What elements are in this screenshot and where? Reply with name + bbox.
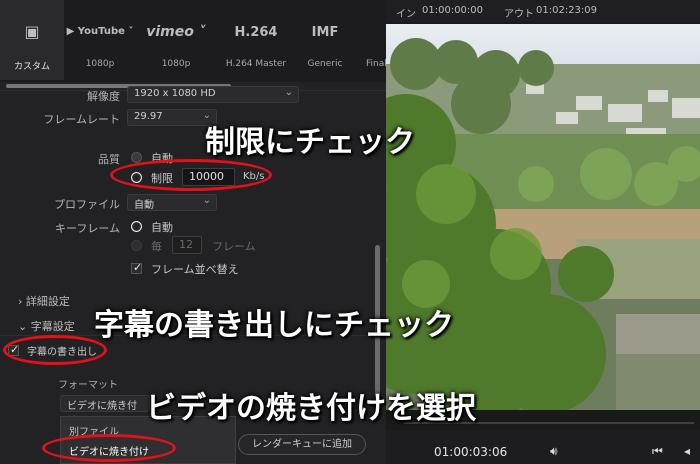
preset-label: 1080p xyxy=(85,59,115,69)
quality-label: 品質 xyxy=(98,153,120,166)
preset-label: Generic xyxy=(307,59,343,69)
keyframe-every-label: 毎 xyxy=(151,240,162,253)
preset-h264[interactable]: H.264 H.264 Master xyxy=(216,0,296,80)
frame-reorder-label: フレーム並べ替え xyxy=(151,263,239,276)
preset-strip: ▣ カスタム ▶ YouTube ˅ 1080p vimeo ˅ 1080p H… xyxy=(0,0,386,82)
video-frame xyxy=(386,24,700,410)
annotation-subtitles-text: 字幕の書き出しにチェック xyxy=(94,308,454,343)
vimeo-logo: vimeo ˅ xyxy=(146,24,206,40)
framerate-label: フレームレート xyxy=(43,113,120,126)
current-timecode: 01:00:03:06 xyxy=(434,445,508,459)
preset-final[interactable]: Final xyxy=(354,0,386,80)
film-icon: ▣ xyxy=(24,22,40,41)
format-label: フォーマット xyxy=(58,380,118,391)
framerate-value: 29.97 xyxy=(134,111,163,122)
advanced-settings-toggle[interactable]: › 詳細設定 xyxy=(18,293,70,309)
quality-auto-radio[interactable] xyxy=(131,152,142,163)
add-to-render-queue-button[interactable]: レンダーキューに追加 xyxy=(238,434,366,455)
youtube-logo: ▶ YouTube ˅ xyxy=(66,26,134,37)
audio-icon[interactable]: 🔊︎ xyxy=(550,444,558,459)
in-timecode: 01:00:00:00 xyxy=(422,5,484,16)
out-timecode: 01:02:23:09 xyxy=(536,5,598,16)
chevron-down-icon: ⌄ xyxy=(284,87,293,98)
preset-label: カスタム xyxy=(13,62,50,72)
advanced-settings-label: 詳細設定 xyxy=(25,295,70,308)
preset-custom[interactable]: ▣ カスタム xyxy=(0,0,64,80)
resolution-label: 解像度 xyxy=(87,90,120,103)
keyframe-unit: フレーム xyxy=(212,240,256,253)
frame-reorder-checkbox[interactable] xyxy=(131,261,142,274)
h264-logo: H.264 xyxy=(234,25,278,40)
resolution-select[interactable]: 1920 x 1080 HD ⌄ xyxy=(127,86,299,103)
format-select[interactable]: ビデオに焼き付け xyxy=(60,395,150,427)
in-out-bar: イン 01:00:00:00 アウト 01:02:23:09 xyxy=(386,0,700,22)
profile-select[interactable]: 自動 ⌄ xyxy=(127,194,217,211)
profile-value: 自動 xyxy=(134,200,154,211)
annotation-circle-export-subtitles xyxy=(3,335,107,365)
framerate-select[interactable]: 29.97 ⌄ xyxy=(127,109,217,126)
keyframe-auto-radio[interactable] xyxy=(131,221,142,232)
profile-label: プロファイル xyxy=(54,198,120,211)
step-back-icon[interactable]: ◂ xyxy=(684,444,690,458)
preset-vimeo[interactable]: vimeo ˅ 1080p xyxy=(136,0,216,80)
preset-youtube[interactable]: ▶ YouTube ˅ 1080p xyxy=(64,0,136,80)
resolution-value: 1920 x 1080 HD xyxy=(134,88,216,99)
in-label: イン xyxy=(396,9,416,20)
out-label: アウト xyxy=(504,9,534,20)
keyframe-every-radio[interactable] xyxy=(131,240,142,251)
preset-label: H.264 Master xyxy=(225,59,287,69)
subtitle-settings-label: 字幕設定 xyxy=(30,320,75,333)
preset-label: Final xyxy=(366,59,386,69)
annotation-circle-limit xyxy=(110,159,272,191)
chevron-down-icon: ⌄ xyxy=(202,195,211,206)
annotation-circle-burn-in xyxy=(42,434,176,462)
keyframe-label: キーフレーム xyxy=(54,222,120,235)
video-preview-image xyxy=(386,24,700,410)
keyframe-auto-label: 自動 xyxy=(151,221,173,234)
subtitle-settings-toggle[interactable]: ⌄ 字幕設定 xyxy=(18,318,75,334)
chevron-right-icon: › xyxy=(18,295,23,308)
chevron-down-icon: ⌄ xyxy=(18,320,28,333)
preset-imf[interactable]: IMF Generic xyxy=(296,0,354,80)
annotation-limit-text: 制限にチェック xyxy=(205,125,415,160)
go-to-start-icon[interactable]: ⏮ xyxy=(652,444,663,459)
imf-logo: IMF xyxy=(311,25,339,40)
preset-label: 1080p xyxy=(161,59,191,69)
keyframe-interval-input[interactable]: 12 xyxy=(172,236,202,254)
annotation-burn-in-text: ビデオの焼き付けを選択 xyxy=(146,391,476,426)
